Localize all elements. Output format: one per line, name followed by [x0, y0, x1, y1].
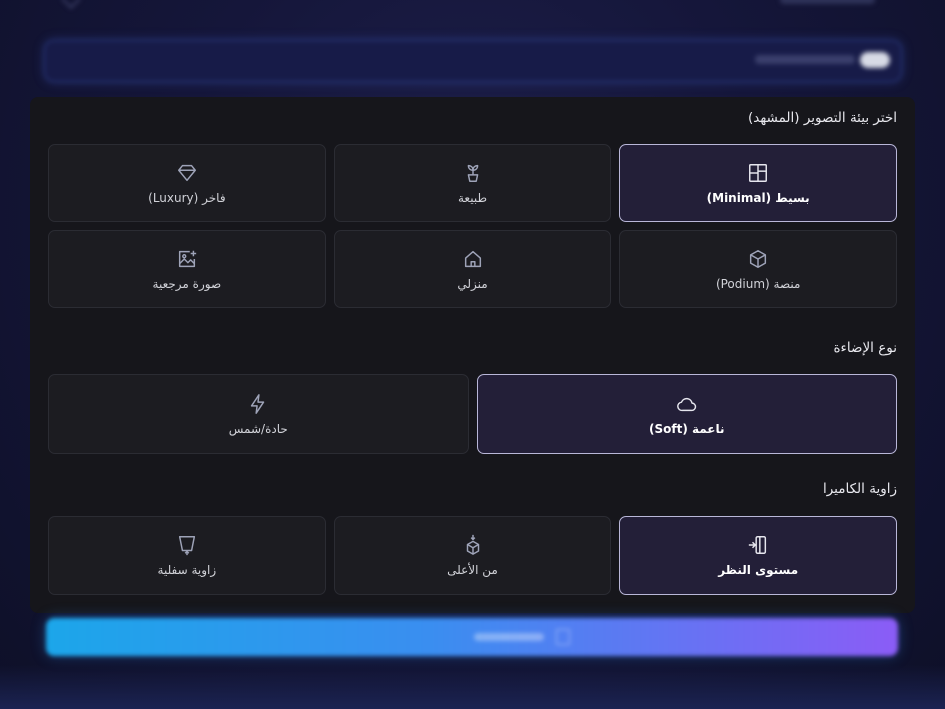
blurred-label [780, 0, 875, 4]
generate-button[interactable] [46, 618, 898, 656]
scene-option-label: منصة (Podium) [715, 276, 801, 291]
bolt-icon [247, 393, 269, 415]
blurred-toggle [860, 52, 890, 68]
lighting-option-hard-sun[interactable]: حادة/شمس [48, 374, 469, 454]
sparkle-icon [556, 629, 570, 645]
eye-level-icon [747, 534, 769, 556]
blurred-field-label [755, 55, 855, 64]
layout-icon [747, 162, 769, 184]
scene-option-home[interactable]: منزلي [333, 230, 612, 308]
scene-heading: اختر بيئة التصوير (المشهد) [747, 110, 897, 126]
background-form-blurred [0, 0, 945, 100]
camera-option-label: من الأعلى [447, 563, 498, 577]
camera-option-eye-level[interactable]: مستوى النظر [619, 516, 897, 595]
scene-option-label: صورة مرجعية [152, 276, 222, 291]
lighting-option-label: ناعمة (Soft) [648, 421, 725, 436]
camera-option-label: مستوى النظر [718, 563, 799, 577]
camera-heading: زاوية الكاميرا [822, 481, 897, 497]
image-plus-icon [176, 248, 198, 270]
scene-option-label: طبيعة [458, 190, 488, 205]
lighting-heading: نوع الإضاءة [833, 340, 897, 356]
diamond-icon [176, 162, 198, 184]
scene-option-luxury[interactable]: فاخر (Luxury) [48, 144, 326, 222]
scene-option-nature[interactable]: طبيعة [333, 144, 612, 222]
scene-option-label: بسيط (Minimal) [706, 190, 810, 205]
top-down-icon [462, 534, 484, 556]
chevron-down-icon [61, 0, 81, 9]
scene-option-reference-image[interactable]: صورة مرجعية [48, 230, 326, 308]
camera-option-low-angle[interactable]: زاوية سفلية [48, 516, 326, 595]
low-angle-icon [176, 534, 198, 556]
lighting-option-label: حادة/شمس [228, 421, 288, 436]
scene-option-label: فاخر (Luxury) [148, 190, 226, 205]
scene-option-minimal[interactable]: بسيط (Minimal) [619, 144, 897, 222]
blurred-button-text [474, 633, 544, 641]
scene-option-label: منزلي [457, 276, 488, 291]
home-icon [462, 248, 484, 270]
cloud-icon [676, 393, 698, 415]
background-bottom [0, 665, 945, 709]
plant-icon [462, 162, 484, 184]
camera-option-top-down[interactable]: من الأعلى [333, 516, 612, 595]
lighting-options: ناعمة (Soft) حادة/شمس [48, 374, 897, 454]
camera-options: مستوى النظر من الأعلى زاوية سفلية [48, 516, 897, 595]
camera-option-label: زاوية سفلية [157, 563, 217, 577]
cube-icon [747, 248, 769, 270]
settings-panel: اختر بيئة التصوير (المشهد) بسيط (Minimal… [30, 97, 915, 613]
scene-options: بسيط (Minimal) طبيعة فاخر (Luxury) منصة … [48, 144, 897, 308]
scene-option-podium[interactable]: منصة (Podium) [619, 230, 897, 308]
lighting-option-soft[interactable]: ناعمة (Soft) [476, 374, 897, 454]
